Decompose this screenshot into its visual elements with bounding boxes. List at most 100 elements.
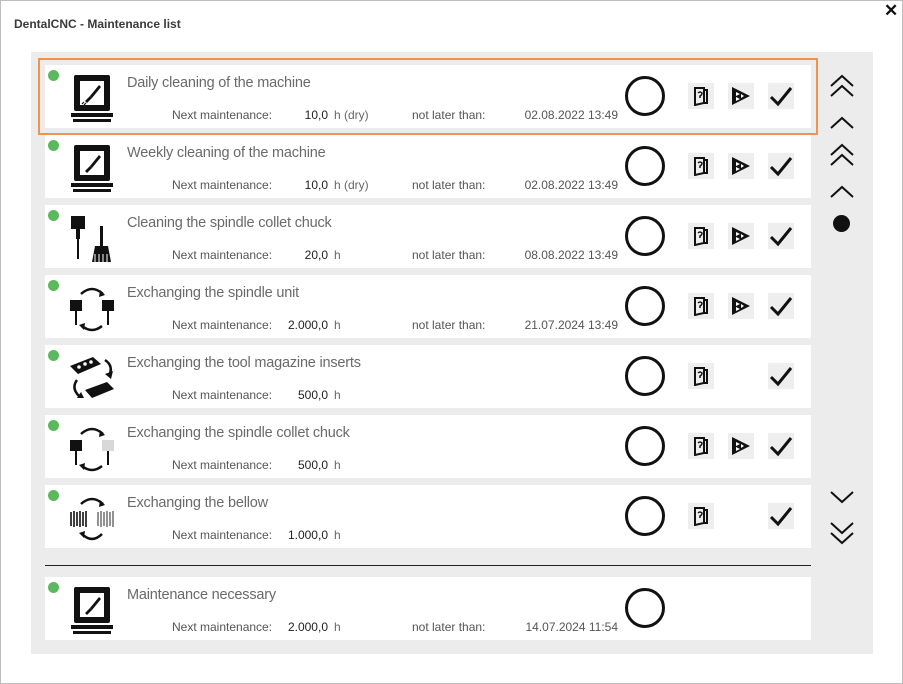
next-maintenance-unit: h: [334, 248, 341, 262]
status-dot-icon: [48, 420, 59, 431]
maintenance-progress-circle[interactable]: [625, 216, 665, 256]
machine-cleaning-icon: [71, 587, 113, 634]
checkmark-icon[interactable]: [768, 503, 794, 529]
maintenance-progress-circle[interactable]: [625, 146, 665, 186]
next-maintenance-label: Next maintenance:: [172, 248, 273, 262]
next-maintenance-value: 500,0: [297, 388, 328, 402]
next-maintenance-label: Next maintenance:: [172, 388, 273, 402]
checkmark-icon[interactable]: [768, 153, 794, 179]
next-maintenance-label: Next maintenance:: [172, 528, 273, 542]
next-maintenance-value: 2.000,0: [287, 318, 328, 332]
not-later-than-date: 08.08.2022 13:49: [524, 248, 618, 262]
scroll-down-icon[interactable]: [827, 483, 857, 513]
scroll-to-top-icon[interactable]: [827, 71, 857, 101]
next-maintenance-value: 2.000,0: [287, 620, 328, 634]
status-dot-icon: [48, 350, 59, 361]
maintenance-row-daily-cleaning[interactable]: Daily cleaning of the machine Next maint…: [38, 58, 818, 135]
status-dot-icon: [48, 582, 59, 593]
row-title: Weekly cleaning of the machine: [127, 145, 326, 161]
checkmark-icon[interactable]: [768, 223, 794, 249]
manual-book-icon[interactable]: [688, 433, 714, 459]
list-divider: [45, 565, 811, 566]
next-maintenance-unit: h: [334, 388, 341, 402]
maintenance-row-exchanging-spindle-collet[interactable]: Exchanging the spindle collet chuck Next…: [45, 415, 811, 478]
manual-book-icon[interactable]: [688, 363, 714, 389]
bellow-exchange-icon: [70, 497, 114, 541]
next-maintenance-value: 10,0: [304, 178, 328, 192]
maintenance-row-weekly-cleaning[interactable]: Weekly cleaning of the machine Next main…: [45, 135, 811, 198]
group-top-icon[interactable]: [827, 140, 857, 170]
manual-book-icon[interactable]: [688, 153, 714, 179]
next-maintenance-unit: h: [334, 458, 341, 472]
next-maintenance-label: Next maintenance:: [172, 178, 273, 192]
video-play-icon[interactable]: [728, 293, 754, 319]
row-title: Daily cleaning of the machine: [127, 75, 311, 91]
next-maintenance-label: Next maintenance:: [172, 318, 273, 332]
next-maintenance-unit: h: [334, 528, 341, 542]
row-title: Cleaning the spindle collet chuck: [127, 215, 332, 231]
maintenance-progress-circle[interactable]: [625, 588, 665, 628]
magazine-exchange-icon: [70, 357, 114, 398]
maintenance-row-exchanging-bellow[interactable]: Exchanging the bellow Next maintenance: …: [45, 485, 811, 548]
next-maintenance-label: Next maintenance:: [172, 108, 273, 122]
checkmark-icon[interactable]: [768, 433, 794, 459]
maintenance-progress-circle[interactable]: [625, 356, 665, 396]
manual-book-icon[interactable]: [688, 293, 714, 319]
not-later-than-label: not later than:: [412, 108, 486, 122]
next-maintenance-value: 500,0: [297, 458, 328, 472]
next-maintenance-label: Next maintenance:: [172, 458, 273, 472]
checkmark-icon[interactable]: [768, 363, 794, 389]
row-title: Exchanging the spindle unit: [127, 285, 299, 301]
spindle-exchange-icon: [70, 287, 114, 332]
row-title: Exchanging the tool magazine inserts: [127, 355, 361, 371]
not-later-than-label: not later than:: [412, 248, 486, 262]
maintenance-row-exchanging-spindle-unit[interactable]: Exchanging the spindle unit Next mainten…: [45, 275, 811, 338]
not-later-than-date: 02.08.2022 13:49: [524, 178, 618, 192]
manual-book-icon[interactable]: [688, 503, 714, 529]
not-later-than-date: 02.08.2022 13:49: [524, 108, 618, 122]
next-maintenance-value: 10,0: [304, 108, 328, 122]
status-dot-icon: [48, 70, 59, 81]
current-position-dot-icon: [833, 215, 850, 232]
maintenance-row-cleaning-spindle-collet[interactable]: Cleaning the spindle collet chuck Next m…: [45, 205, 811, 268]
not-later-than-label: not later than:: [412, 318, 486, 332]
status-dot-icon: [48, 490, 59, 501]
manual-book-icon[interactable]: [688, 223, 714, 249]
not-later-than-date: 21.07.2024 13:49: [524, 318, 618, 332]
window-title: DentalCNC - Maintenance list: [14, 17, 181, 31]
video-play-icon[interactable]: [728, 223, 754, 249]
manual-book-icon[interactable]: [688, 83, 714, 109]
video-play-icon[interactable]: [728, 153, 754, 179]
next-maintenance-unit: h (dry): [334, 178, 369, 192]
next-maintenance-value: 1.000,0: [287, 528, 328, 542]
next-maintenance-unit: h: [334, 620, 341, 634]
maintenance-row-exchanging-magazine-inserts[interactable]: Exchanging the tool magazine inserts Nex…: [45, 345, 811, 408]
video-play-icon[interactable]: [728, 83, 754, 109]
video-play-icon[interactable]: [728, 433, 754, 459]
maintenance-progress-circle[interactable]: [625, 496, 665, 536]
machine-cleaning-icon: [71, 75, 113, 122]
next-maintenance-unit: h (dry): [334, 108, 369, 122]
maintenance-list-window: DentalCNC - Maintenance list ✕ Daily cle…: [0, 0, 903, 684]
machine-cleaning-icon: [71, 145, 113, 192]
scroll-to-bottom-icon[interactable]: [827, 518, 857, 548]
checkmark-icon[interactable]: [768, 83, 794, 109]
next-maintenance-unit: h: [334, 318, 341, 332]
next-maintenance-label: Next maintenance:: [172, 620, 273, 634]
close-icon[interactable]: ✕: [884, 2, 898, 19]
row-title: Maintenance necessary: [127, 587, 276, 603]
status-dot-icon: [48, 210, 59, 221]
not-later-than-date: 14.07.2024 11:54: [525, 620, 618, 634]
spindle-brush-icon: [71, 216, 111, 262]
maintenance-progress-circle[interactable]: [625, 76, 665, 116]
maintenance-progress-circle[interactable]: [625, 426, 665, 466]
checkmark-icon[interactable]: [768, 293, 794, 319]
not-later-than-label: not later than:: [412, 178, 486, 192]
group-up-icon[interactable]: [827, 176, 857, 206]
maintenance-progress-circle[interactable]: [625, 286, 665, 326]
status-dot-icon: [48, 140, 59, 151]
maintenance-summary-row[interactable]: Maintenance necessary Next maintenance: …: [45, 577, 811, 640]
next-maintenance-value: 20,0: [304, 248, 328, 262]
collet-exchange-icon: [70, 427, 114, 472]
scroll-up-icon[interactable]: [827, 107, 857, 137]
